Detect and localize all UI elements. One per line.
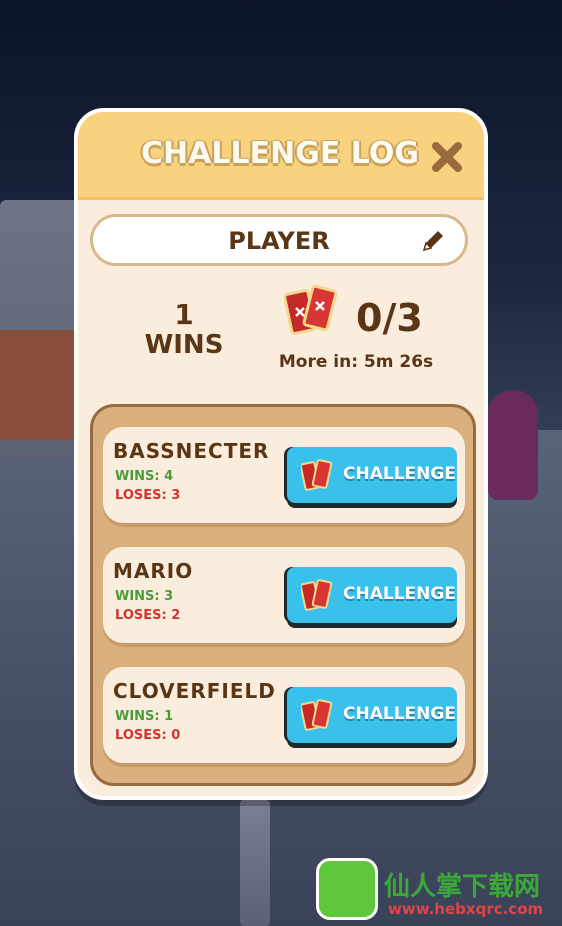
opponent-loses: LOSES: 0	[115, 728, 181, 743]
challenge-button[interactable]: CHALLENGE	[287, 567, 457, 623]
panel-title: CHALLENGE LOG	[141, 136, 419, 171]
opponent-loses: LOSES: 3	[115, 488, 181, 503]
player-name-bar[interactable]: PLAYER	[90, 214, 468, 266]
ticket-icon	[301, 699, 333, 731]
ticket-icon	[301, 459, 333, 491]
challenge-button[interactable]: CHALLENGE	[287, 447, 457, 503]
watermark-logo	[316, 858, 378, 920]
opponent-wins: WINS: 1	[115, 709, 174, 724]
list-item: BASSNECTER WINS: 4 LOSES: 3 CHALLENGE	[103, 427, 465, 523]
opponent-wins: WINS: 4	[115, 469, 174, 484]
challenge-button-label: CHALLENGE	[343, 704, 456, 724]
close-icon[interactable]	[430, 140, 464, 174]
challenge-button-label: CHALLENGE	[343, 584, 456, 604]
list-item: CLOVERFIELD WINS: 1 LOSES: 0 CHALLENGE	[103, 667, 465, 763]
ticket-icon	[301, 579, 333, 611]
opponent-list: BASSNECTER WINS: 4 LOSES: 3 CHALLENGE MA…	[90, 404, 476, 786]
list-item: MARIO WINS: 3 LOSES: 2 CHALLENGE	[103, 547, 465, 643]
opponent-name: CLOVERFIELD	[113, 679, 276, 703]
opponent-name: MARIO	[113, 559, 194, 583]
ticket-icon	[284, 284, 338, 335]
background-wall	[0, 330, 80, 440]
background-character	[488, 390, 538, 500]
ticket-count: 0/3	[356, 296, 423, 340]
opponent-wins: WINS: 3	[115, 589, 174, 604]
ticket-refill-timer: More in: 5m 26s	[278, 352, 434, 372]
pencil-icon[interactable]	[419, 227, 447, 255]
player-name: PLAYER	[228, 227, 330, 255]
challenge-button[interactable]: CHALLENGE	[287, 687, 457, 743]
wins-count: 1	[174, 298, 194, 331]
watermark-text: 仙人掌下载网	[384, 872, 541, 902]
opponent-name: BASSNECTER	[113, 439, 270, 463]
opponent-loses: LOSES: 2	[115, 608, 181, 623]
challenge-button-label: CHALLENGE	[343, 464, 456, 484]
background-pole	[240, 800, 270, 926]
panel-header: CHALLENGE LOG	[78, 112, 484, 200]
challenge-log-panel: CHALLENGE LOG PLAYER 1 WINS 0/3 More in:…	[74, 108, 488, 800]
wins-label: WINS	[144, 330, 224, 360]
watermark-url: www.hebxqrc.com	[388, 900, 544, 918]
